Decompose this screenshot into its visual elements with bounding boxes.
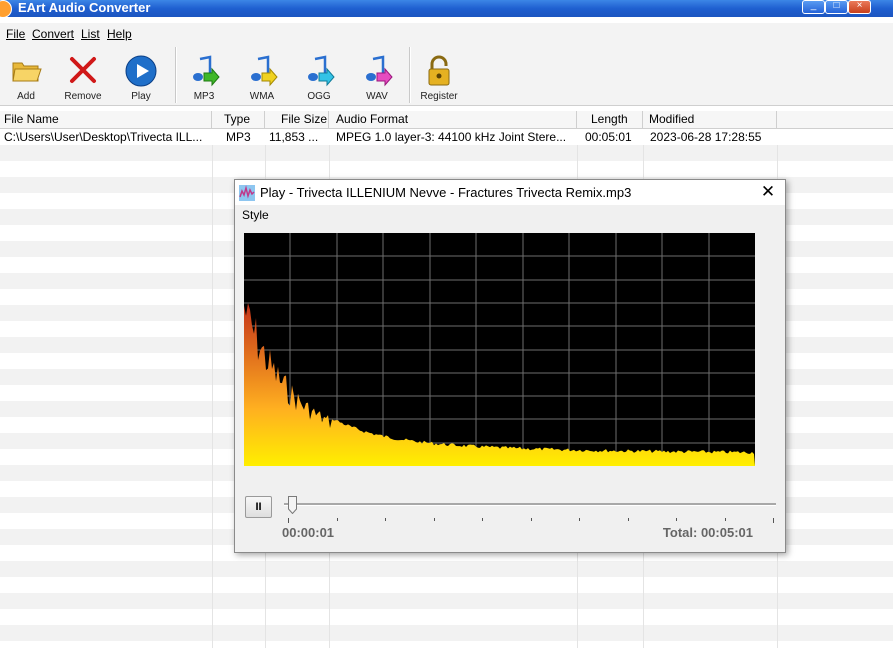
empty-row [0,625,893,641]
ogg-button[interactable]: OGG [293,51,345,103]
window-title: EArt Audio Converter [18,0,151,15]
column-modified[interactable]: Modified [643,111,777,128]
seek-tick [531,518,532,521]
pause-button[interactable]: II [245,496,272,518]
play-icon [125,55,157,87]
player-close-button[interactable]: ✕ [759,182,777,202]
visualizer-margin [755,233,776,466]
spectrum-shape [244,303,755,466]
toolbar: Add Remove Play MP3 WMA OGG WAV Register [0,43,893,106]
type-cell: MP3 [226,130,251,144]
empty-row [0,577,893,593]
column-file-name[interactable]: File Name [0,111,212,128]
player-title-bar: Play - Trivecta ILLENIUM Nevve - Fractur… [235,180,785,205]
current-time: 00:00:01 [282,525,335,540]
close-button[interactable]: × [848,0,871,14]
music-note-pink-icon [366,55,393,87]
empty-row [0,161,893,177]
player-dialog: Play - Trivecta ILLENIUM Nevve - Fractur… [234,179,786,553]
music-note-yellow-icon [251,55,278,87]
seek-track[interactable] [284,503,776,506]
column-type[interactable]: Type [212,111,265,128]
seek-tick [385,518,386,521]
toolbar-separator [409,47,411,103]
menu-file[interactable]: File [6,27,25,41]
menu-list[interactable]: List [81,27,100,41]
folder-icon [12,62,42,82]
remove-button[interactable]: Remove [57,51,109,103]
wma-label: WMA [249,91,275,102]
add-label: Add [17,91,35,102]
column-divider [212,145,213,648]
register-label: Register [420,91,458,102]
menu-style[interactable]: Style [242,208,269,222]
empty-row [0,593,893,609]
empty-row [0,145,893,161]
column-file-size[interactable]: File Size [265,111,329,128]
file-list-header: File Name Type File Size Audio Format Le… [0,111,893,129]
title-bar: EArt Audio Converter _ □ × [0,0,893,18]
seek-tick [676,518,677,521]
add-button[interactable]: Add [0,51,52,103]
empty-row [0,609,893,625]
seek-tick [337,518,338,521]
music-note-green-icon [193,55,220,87]
maximize-button[interactable]: □ [825,0,848,14]
toolbar-separator [175,47,177,103]
mp3-label: MP3 [193,91,215,102]
file-size-cell: 11,853 ... [269,130,319,144]
seek-tick [628,518,629,521]
seek-tick [725,518,726,521]
remove-x-icon [70,57,96,83]
padlock-icon [428,55,450,86]
mp3-button[interactable]: MP3 [178,51,230,103]
empty-row [0,561,893,577]
file-name-cell: C:\Users\User\Desktop\Trivecta ILL... [4,130,203,144]
play-label: Play [131,91,151,102]
menu-bar: File Convert List Help [0,23,893,43]
seek-thumb[interactable] [288,496,297,514]
seek-tick [773,518,774,523]
column-audio-format[interactable]: Audio Format [329,111,577,128]
minimize-button[interactable]: _ [802,0,825,14]
play-button[interactable]: Play [115,51,167,103]
spectrum-visualizer [244,233,755,466]
menu-help[interactable]: Help [107,27,132,41]
table-row[interactable]: C:\Users\User\Desktop\Trivecta ILL... MP… [0,129,893,145]
wav-label: WAV [366,91,388,102]
seek-tick [288,518,289,523]
length-cell: 00:05:01 [585,130,632,144]
player-title: Play - Trivecta ILLENIUM Nevve - Fractur… [260,185,632,200]
wma-button[interactable]: WMA [236,51,288,103]
seek-tick [579,518,580,521]
remove-label: Remove [64,91,102,102]
seek-tick [482,518,483,521]
wav-button[interactable]: WAV [351,51,403,103]
ogg-label: OGG [307,91,331,102]
audio-format-cell: MPEG 1.0 layer-3: 44100 kHz Joint Stere.… [336,130,567,144]
seek-tick [434,518,435,521]
total-time: Total: 00:05:01 [662,525,753,540]
menu-convert[interactable]: Convert [32,27,74,41]
music-note-cyan-icon [308,55,335,87]
modified-cell: 2023-06-28 17:28:55 [650,130,762,144]
column-length[interactable]: Length [577,111,643,128]
app-icon [0,0,12,18]
register-button[interactable]: Register [413,51,465,103]
waveform-app-icon [239,185,255,201]
